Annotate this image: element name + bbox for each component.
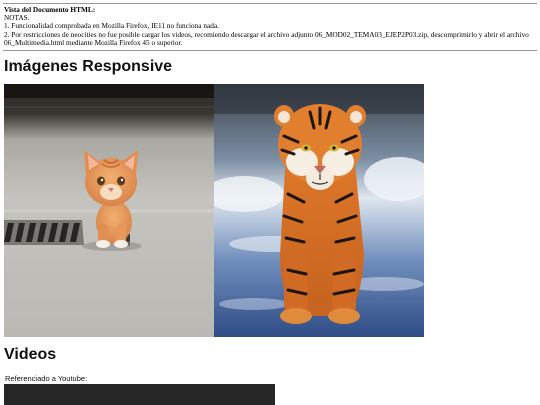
notes-title: Vista del Documento HTML:: [4, 6, 96, 14]
youtube-label: Referenciado a Youtube:: [5, 374, 88, 383]
notes-box: Vista del Documento HTML: NOTAS. 1. Func…: [3, 3, 537, 52]
notes-heading: NOTAS.: [4, 14, 30, 23]
tiger-photo: [214, 84, 424, 337]
notes-line-1: 1. Funcionalidad comprobada en Mozilla F…: [4, 22, 219, 31]
notes-line-2: 2. Por restricciones de neocities no fue…: [4, 30, 529, 39]
youtube-video-player[interactable]: [4, 384, 275, 405]
kitten-photo: [4, 84, 214, 337]
responsive-images: [4, 84, 424, 337]
notes-line-3: 06_Multimedia.html mediante Mozilla Fire…: [4, 38, 183, 47]
images-section-title: Imágenes Responsive: [4, 58, 173, 75]
videos-section-title: Videos: [4, 346, 57, 363]
